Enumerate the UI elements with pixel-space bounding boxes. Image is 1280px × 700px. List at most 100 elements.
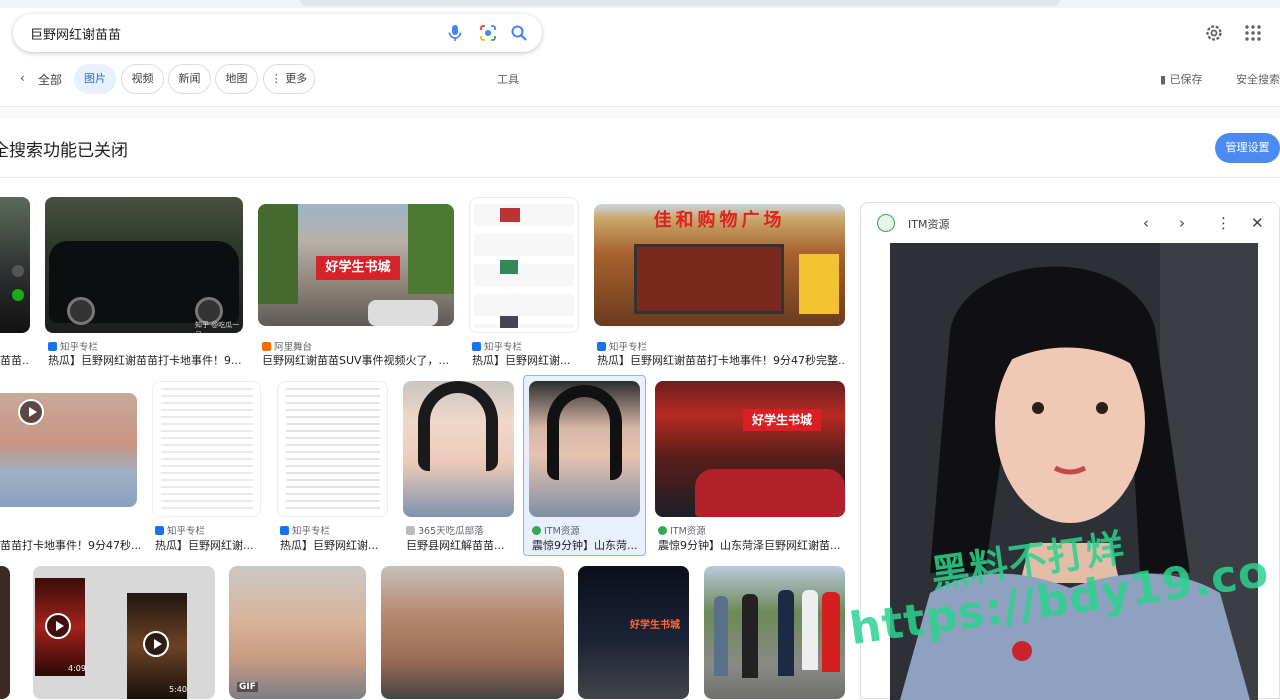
person (778, 590, 794, 676)
comment-screenshot (286, 388, 380, 512)
result-thumbnail[interactable]: 知乎 @吃瓜一号 (45, 197, 243, 333)
zhihu-icon (472, 342, 481, 351)
result-thumbnail[interactable] (529, 381, 640, 517)
car (695, 469, 845, 517)
thumb-image (500, 208, 520, 222)
thumb-image (500, 260, 518, 274)
led-screen (634, 244, 784, 314)
close-icon[interactable]: ✕ (1251, 214, 1264, 232)
result-thumbnail[interactable] (381, 566, 564, 699)
result-thumbnail[interactable] (277, 381, 388, 517)
search-box[interactable]: 巨野网红谢苗苗 (13, 14, 542, 52)
result-source[interactable]: 知乎专栏 (48, 339, 98, 353)
result-thumbnail[interactable] (0, 197, 30, 333)
prev-chevron-icon[interactable]: ‹ (1143, 214, 1149, 232)
result-title[interactable]: 震惊9分钟】山东菏... (532, 537, 637, 553)
result-source[interactable]: 365天吃瓜部落 (406, 523, 484, 537)
person (742, 594, 758, 678)
tree (408, 204, 454, 294)
result-source[interactable]: 知乎专栏 (472, 339, 522, 353)
result-source[interactable]: ITM资源 (532, 523, 580, 537)
wheel (67, 297, 95, 325)
play-icon (18, 399, 44, 425)
result-thumbnail[interactable] (704, 566, 845, 699)
banner (799, 254, 839, 314)
search-tabs: ‹ 全部 图片 视频 新闻 地图 ⋮ 更多 工具 ▮ 已保存 安全搜索 (0, 63, 1280, 95)
divider-band (0, 107, 1280, 119)
result-title[interactable]: 苗苗... (0, 352, 30, 368)
saved-button[interactable]: ▮ 已保存 (1160, 71, 1203, 87)
result-thumbnail[interactable]: GIF (229, 566, 366, 699)
tab-images[interactable]: 图片 (74, 64, 116, 94)
gif-badge: GIF (237, 682, 258, 692)
settings-gear-icon[interactable] (1203, 22, 1225, 44)
next-chevron-icon[interactable]: › (1179, 214, 1185, 232)
wechat-icon (12, 289, 24, 301)
browser-top-strip (0, 0, 1280, 8)
mall-sign: 佳和购物广场 (653, 210, 786, 231)
zhihu-icon (280, 526, 289, 535)
tab-videos[interactable]: 视频 (121, 64, 164, 94)
result-title[interactable]: 热瓜】巨野网红谢... (280, 537, 385, 553)
result-source[interactable]: 知乎专栏 (155, 523, 205, 537)
more-vert-icon[interactable]: ⋮ (1216, 214, 1231, 232)
tab-more[interactable]: ⋮ 更多 (263, 64, 315, 94)
divider (0, 177, 1280, 178)
mic-icon[interactable] (445, 23, 465, 43)
search-input[interactable]: 巨野网红谢苗苗 (30, 24, 121, 43)
result-thumbnail[interactable]: 好学生书城 (258, 204, 454, 326)
globe-icon (406, 526, 415, 535)
tab-all[interactable]: 全部 (38, 71, 62, 88)
result-source[interactable]: 知乎专栏 (280, 523, 330, 537)
manage-settings-button[interactable]: 管理设置 (1215, 133, 1280, 163)
thumb-watermark: 知乎 @吃瓜一号 (195, 321, 240, 333)
result-thumbnail[interactable] (469, 197, 579, 333)
result-thumbnail[interactable] (0, 393, 137, 507)
result-source[interactable]: 阿里舞台 (262, 339, 312, 353)
tab-news[interactable]: 新闻 (168, 64, 211, 94)
safesearch-notice: 全搜索功能已关闭 (0, 141, 128, 161)
search-icon[interactable] (509, 23, 529, 43)
video-duration: 4:09 (68, 664, 86, 673)
zhihu-icon (597, 342, 606, 351)
safesearch-button[interactable]: 安全搜索 (1236, 71, 1280, 87)
result-title[interactable]: 热瓜】巨野网红谢... (472, 352, 577, 368)
result-title[interactable]: 苗苗打卡地事件！9分47秒... (0, 537, 140, 553)
tab-more-label: 更多 (285, 72, 308, 85)
result-source[interactable]: ITM资源 (658, 523, 706, 537)
result-title[interactable]: 震惊9分钟】山东菏泽巨野网红谢苗... (658, 537, 843, 553)
tab-maps[interactable]: 地图 (215, 64, 258, 94)
zhihu-icon (155, 526, 164, 535)
tools-button[interactable]: 工具 (497, 71, 519, 87)
result-thumbnail[interactable]: 好学生书城 (578, 566, 689, 699)
result-thumbnail[interactable]: 4:09 5:40 (33, 566, 215, 699)
store-sign: 好学生书城 (743, 409, 821, 431)
result-title[interactable]: 巨野县网红解苗苗... (406, 537, 511, 553)
result-source[interactable]: 知乎专栏 (597, 339, 647, 353)
saved-label: 已保存 (1169, 73, 1203, 86)
result-thumbnail[interactable]: 好学生书城 (655, 381, 845, 517)
video-duration: 5:40 (169, 685, 187, 694)
result-thumbnail[interactable] (403, 381, 514, 517)
hair (547, 385, 622, 480)
itm-icon (532, 526, 541, 535)
apps-grid-icon[interactable] (1242, 22, 1264, 44)
result-thumbnail[interactable]: 佳和购物广场 (594, 204, 845, 326)
comment-screenshot (161, 388, 253, 512)
lens-icon[interactable] (478, 23, 498, 43)
top-scrollbar[interactable] (300, 0, 1060, 6)
preview-source[interactable]: ITM资源 (908, 216, 949, 232)
result-title[interactable]: 热瓜】巨野网红谢苗苗打卡地事件！9... (48, 352, 243, 368)
result-title[interactable]: 热瓜】巨野网红谢苗苗打卡地事件！9分47秒完整... (597, 352, 845, 368)
result-title[interactable]: 巨野网红谢苗苗SUV事件视频火了，... (262, 352, 452, 368)
result-thumbnail[interactable] (152, 381, 261, 517)
itm-icon (658, 526, 667, 535)
site-icon (262, 342, 271, 351)
tree (258, 204, 298, 304)
result-thumbnail[interactable] (0, 566, 10, 699)
chevron-left-icon[interactable]: ‹ (20, 71, 25, 85)
result-title[interactable]: 热瓜】巨野网红谢... (155, 537, 260, 553)
result-source-label: 365天吃瓜部落 (418, 526, 484, 537)
thumb-image (500, 316, 518, 328)
play-icon (45, 613, 71, 639)
